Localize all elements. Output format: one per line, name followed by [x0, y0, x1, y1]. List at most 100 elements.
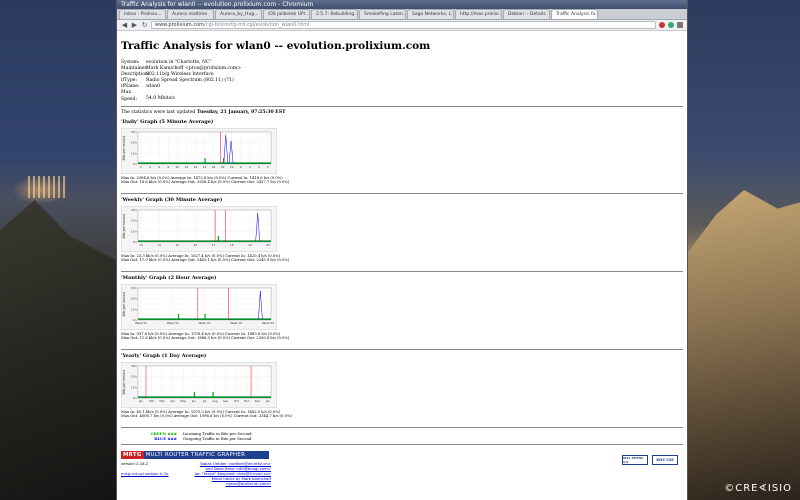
w3c-xhtml-badge[interactable]: W3C XHTML 1.0	[622, 454, 648, 465]
browser-window: Traffic Analysis for wlan0 -- evolution.…	[116, 0, 688, 500]
extension-icon[interactable]	[668, 22, 674, 28]
graph-stats: Max In: 937.6 b/s (0.0%) Average In: 137…	[121, 332, 289, 342]
menu-icon[interactable]	[677, 22, 683, 28]
tab-4[interactable]: 2.5.7: Rebuilding...	[311, 9, 358, 19]
legend-key: BLUE ###	[154, 435, 177, 441]
y-tick-label: 0 k	[133, 396, 138, 400]
x-tick-label: 18	[230, 243, 234, 247]
x-tick-label: 8	[167, 165, 169, 169]
page-title: Traffic Analysis for wlan0 -- evolution.…	[121, 40, 431, 52]
graph-stats-row: Max Out: 11.6 kb/s (0.0%) Average Out: 1…	[121, 336, 290, 341]
y-tick-label: 30 k	[131, 130, 137, 134]
cgi-version-link[interactable]: mrtg-rrd.cgi version 0.7p	[121, 471, 168, 476]
tab-3[interactable]: iOS jailbreak UPr...	[263, 9, 310, 19]
last-updated-value: Tuesday, 21 January, 07:25:30 EST	[196, 109, 286, 115]
back-icon[interactable]: ◀	[121, 21, 128, 30]
graph-stats: Max In: 40.1 kb/s (0.0%) Average In: 197…	[121, 410, 292, 420]
desktop-wallpaper-right	[688, 0, 800, 500]
graph-stats: Max In: 23.3 kb/s (0.0%) Average In: 162…	[121, 254, 289, 264]
y-tick-label: 10 k	[131, 385, 137, 389]
divider	[121, 270, 683, 272]
divider	[121, 426, 683, 428]
x-tick-label: Apr	[170, 399, 176, 403]
traffic-graph: Bits per second 30 k 20 k 10 k 0 k 13 14 15 16 17…	[121, 205, 277, 252]
url-path: /cgi-bin/mrtg-rrd.cgi/evolution_wlan0.ht…	[204, 22, 310, 28]
divider	[121, 348, 683, 350]
y-axis-label: Bits per second	[122, 369, 126, 394]
info-value: Mark Kamichoff <prox@prolixium.com>	[146, 66, 242, 72]
desktop-wallpaper-left	[0, 0, 116, 500]
tab-5[interactable]: SmokePing Laten...	[359, 9, 406, 19]
x-tick-label: 6	[267, 165, 269, 169]
traffic-graph: Bits per second 30 k 20 k 10 k0 k 2 4 6 8 10 12 14…	[121, 127, 277, 174]
extension-icon[interactable]	[659, 22, 665, 28]
x-tick-label: Jun	[191, 399, 197, 403]
page-content: Traffic Analysis for wlan0 -- evolution.…	[117, 32, 687, 500]
divider	[121, 105, 683, 107]
x-tick-label: 2	[140, 165, 142, 169]
y-tick-label: 10 k	[131, 307, 137, 311]
graphs-container: 'Daily' Graph (5 Minute Average) Bits per…	[121, 119, 683, 428]
url-host: www.prolixium.com	[155, 22, 205, 28]
x-tick-label: 20	[266, 243, 270, 247]
y-tick-label: 0 k	[133, 240, 138, 244]
x-tick-label: 17	[212, 243, 216, 247]
info-row: Max Speed: 54.0 Mbits/s	[121, 90, 683, 102]
divider	[121, 443, 683, 445]
x-tick-label: 18	[212, 165, 216, 169]
tab-0[interactable]: Inbox - Prolixiu...	[119, 9, 166, 19]
traffic-graph: Bits per second 30 k 20 k 10 k0 k Week 51 Wee…	[121, 283, 277, 330]
reload-icon[interactable]: ↻	[141, 21, 148, 30]
x-tick-label: 4	[149, 165, 151, 169]
divider	[121, 192, 683, 194]
graph-stats-row: Max Out: 4008.7 b/s (0.0%) Average Out: …	[121, 414, 292, 419]
y-tick-label: 20 k	[131, 374, 137, 378]
x-tick-label: 22	[230, 165, 234, 169]
y-axis-label: Bits per second	[122, 135, 126, 160]
tab-1[interactable]: Aurora realtime	[167, 9, 214, 19]
x-tick-label: 19	[248, 243, 252, 247]
x-tick-label: 14	[157, 243, 161, 247]
x-tick-label: 4	[258, 165, 260, 169]
graph-stats: Max In: 2384.6 b/s (0.0%) Average In: 14…	[121, 176, 289, 186]
y-tick-label: 10 k	[131, 229, 137, 233]
info-value: 54.0 Mbits/s	[146, 96, 175, 102]
wallpaper-cliff	[688, 190, 800, 500]
graph-block: 'Weekly' Graph (30 Minute Average) Bits p…	[121, 197, 683, 268]
x-tick-label: Jan	[138, 399, 144, 403]
x-tick-label: 16	[194, 243, 198, 247]
x-tick-label: 6	[158, 165, 160, 169]
x-tick-label: Jan	[265, 399, 271, 403]
mrtg-logo[interactable]: MRTG MULTI ROUTER TRAFFIC GRAPHER	[121, 450, 269, 459]
graph-stats-row: Max Out: 17.0 kb/s (0.0%) Average Out: 2…	[121, 258, 290, 263]
graph-title: 'Weekly' Graph (30 Minute Average)	[121, 196, 223, 203]
forward-icon[interactable]: ▶	[131, 21, 138, 30]
last-updated: The statistics were last updated Tuesday…	[121, 110, 683, 115]
w3c-css-badge[interactable]: W3C CSS	[652, 454, 678, 465]
traffic-graph: Bits per second 30 k 20 k 10 k0 k Jan Feb Mar A…	[121, 361, 277, 408]
window-titlebar[interactable]: Traffic Analysis for wlan0 -- evolution.…	[117, 0, 687, 9]
tab-6[interactable]: Sago Networks, L...	[407, 9, 454, 19]
y-tick-label: 0 k	[133, 162, 138, 166]
last-updated-label: The statistics were last updated	[121, 109, 197, 115]
traffic-graph-svg: Bits per second 30 k 20 k 10 k 0 k13 14 15 16 17…	[121, 205, 277, 252]
x-tick-label: Aug	[212, 399, 218, 403]
y-axis-label: Bits per second	[122, 213, 126, 238]
tab-8[interactable]: Debian -- Details ...	[503, 9, 550, 19]
x-tick-label: Week 52	[167, 321, 179, 325]
tab-7[interactable]: http://mac.prolixi...	[455, 9, 502, 19]
traffic-graph-svg: Bits per second30 k20 k10 k0 kWeek 51 Wee…	[121, 283, 277, 330]
x-tick-label: Dec	[255, 399, 261, 403]
info-value: evolution in "Charlotte, NC"	[146, 60, 212, 65]
tab-9-active[interactable]: Traffic Analysis fo...	[551, 9, 598, 19]
plot-area	[137, 209, 272, 242]
x-tick-label: Week 01	[198, 321, 210, 325]
mrtg-logo-text: MULTI ROUTER TRAFFIC GRAPHER	[145, 451, 246, 458]
x-tick-label: Week 51	[135, 321, 147, 325]
credit-link[interactable]: Minor hacks by Mark Kamichoff <prox@prol…	[212, 476, 271, 486]
address-bar[interactable]: www.prolixium.com/cgi-bin/mrtg-rrd.cgi/e…	[151, 21, 656, 29]
x-tick-label: 10	[176, 165, 180, 169]
graph-block: 'Yearly' Graph (1 Day Average) Bits per s…	[121, 353, 683, 424]
tab-2[interactable]: Aurora_by_Hug...	[215, 9, 262, 19]
y-tick-label: 20 k	[131, 296, 137, 300]
